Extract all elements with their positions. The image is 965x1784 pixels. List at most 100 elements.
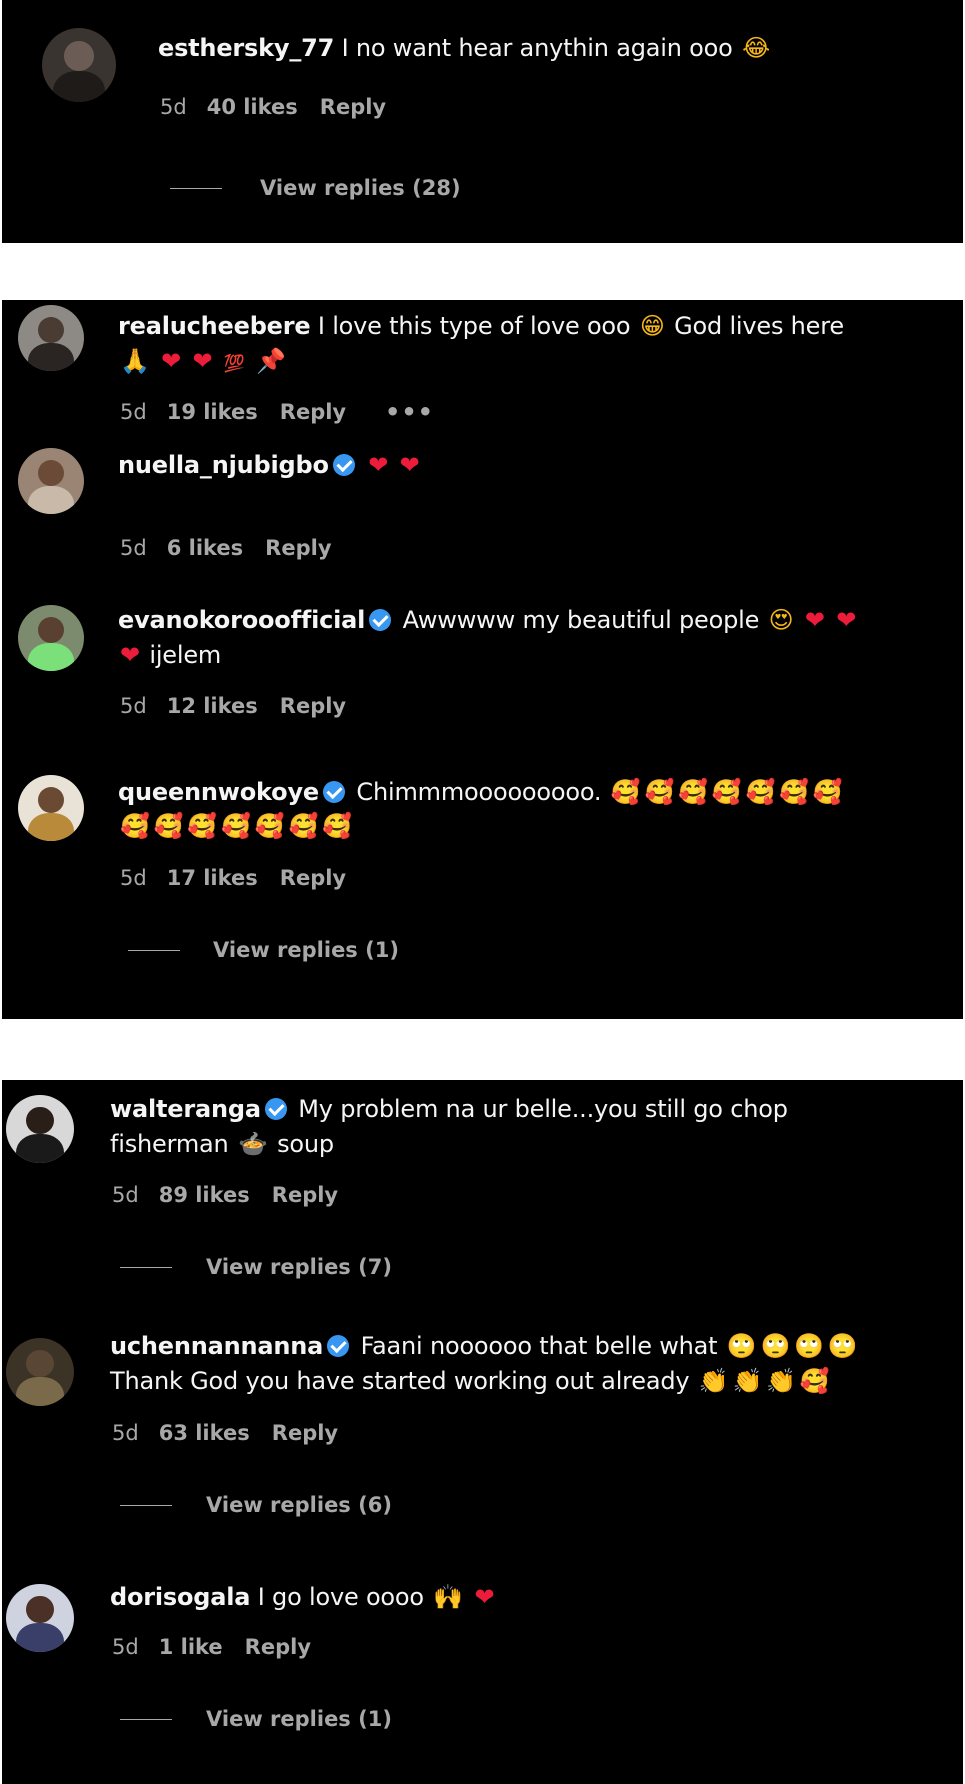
likes-count[interactable]: 1 like (159, 1635, 223, 1659)
avatar[interactable] (42, 28, 116, 102)
eye-roll-emoji-icon: 🙄 (827, 1332, 858, 1360)
likes-count[interactable]: 40 likes (207, 95, 298, 119)
likes-count[interactable]: 89 likes (159, 1183, 250, 1207)
view-replies-label[interactable]: View replies (1) (206, 1704, 392, 1734)
username[interactable]: queennwokoye (118, 778, 319, 806)
reply-button[interactable]: Reply (280, 400, 346, 424)
username[interactable]: evanokorooofficial (118, 606, 365, 634)
comment-text-continued: fisherman (110, 1130, 229, 1158)
view-replies-label[interactable]: View replies (6) (206, 1490, 392, 1520)
smiling-hearts-emoji-icon: 🥰 (711, 778, 742, 806)
comment-evanokorooofficial: evanokorooofficial Awwwww my beautiful p… (2, 600, 963, 765)
heart-emoji-icon: ❤ (474, 1583, 495, 1611)
heart-emoji-icon: ❤ (192, 347, 213, 375)
eye-roll-emoji-icon: 🙄 (726, 1332, 757, 1360)
timestamp: 5d (160, 95, 187, 119)
username[interactable]: esthersky_77 (158, 34, 334, 62)
view-replies-button[interactable]: View replies (6) (120, 1490, 420, 1520)
raised-hands-emoji-icon: 🙌 (433, 1583, 464, 1611)
reply-button[interactable]: Reply (272, 1183, 338, 1207)
reply-button[interactable]: Reply (280, 866, 346, 890)
timestamp: 5d (120, 866, 147, 890)
view-replies-button[interactable]: View replies (28) (170, 173, 490, 203)
username[interactable]: nuella_njubigbo (118, 451, 329, 479)
smiling-hearts-emoji-icon: 🥰 (678, 778, 708, 806)
soup-bowl-emoji-icon: 🍲 (237, 1130, 268, 1158)
likes-count[interactable]: 63 likes (159, 1421, 250, 1445)
comment-dorisogala: dorisogala I go love oooo 🙌 ❤ 5d 1 like Re… (2, 1580, 963, 1784)
comment-panel-1: esthersky_77 I no want hear anythin agai… (2, 0, 963, 243)
smiling-hearts-emoji-icon: 🥰 (322, 812, 352, 840)
comment-text: I love this type of love ooo (317, 312, 631, 340)
clapping-hands-emoji-icon: 👏 (766, 1367, 796, 1395)
heart-emoji-icon: ❤ (804, 606, 825, 634)
praying-hands-emoji-icon: 🙏 (120, 347, 150, 375)
timestamp: 5d (112, 1421, 139, 1445)
comment-meta: 5d 17 likes Reply (120, 863, 368, 893)
avatar[interactable] (18, 448, 84, 514)
comment-meta: 5d 12 likes Reply (120, 691, 368, 721)
view-replies-button[interactable]: View replies (1) (128, 935, 428, 965)
heart-emoji-icon: ❤ (120, 641, 140, 669)
replies-divider (120, 1505, 172, 1506)
avatar[interactable] (18, 305, 84, 371)
verified-badge-icon (322, 781, 345, 803)
username[interactable]: realucheebere (118, 312, 311, 340)
comment-text-continued: God lives here (674, 312, 844, 340)
smiling-hearts-emoji-icon: 🥰 (644, 778, 675, 806)
comment-text: I go love oooo (257, 1583, 424, 1611)
view-replies-label[interactable]: View replies (1) (213, 935, 399, 965)
avatar[interactable] (18, 775, 84, 841)
view-replies-label[interactable]: View replies (28) (260, 173, 461, 203)
clapping-hands-emoji-icon: 👏 (698, 1367, 729, 1395)
heart-emoji-icon: ❤ (161, 347, 182, 375)
grinning-emoji-icon: 😁 (639, 312, 665, 340)
heart-eyes-emoji-icon: 😍 (768, 606, 794, 634)
smiling-hearts-emoji-icon: 🥰 (610, 778, 641, 806)
likes-count[interactable]: 17 likes (167, 866, 258, 890)
view-replies-button[interactable]: View replies (7) (120, 1252, 420, 1282)
comment-queennwokoye: queennwokoye Chimmmooooooooo. 🥰 🥰 🥰 🥰 🥰 🥰 🥰 🥰 🥰… (2, 775, 963, 1015)
likes-count[interactable]: 12 likes (167, 694, 258, 718)
verified-badge-icon (264, 1098, 287, 1120)
smiling-hearts-emoji-icon: 🥰 (120, 812, 150, 840)
timestamp: 5d (120, 536, 147, 560)
verified-badge-icon (332, 454, 355, 476)
avatar[interactable] (6, 1584, 74, 1652)
reply-button[interactable]: Reply (280, 694, 346, 718)
timestamp: 5d (112, 1635, 139, 1659)
comment-text: Faani noooooo that belle what (360, 1332, 718, 1360)
heart-emoji-icon: ❤ (368, 451, 389, 479)
smiling-hearts-emoji-icon: 🥰 (288, 812, 319, 840)
replies-divider (128, 950, 180, 951)
avatar[interactable] (6, 1338, 74, 1406)
view-replies-button[interactable]: View replies (1) (120, 1704, 420, 1734)
view-replies-label[interactable]: View replies (7) (206, 1252, 392, 1282)
avatar[interactable] (18, 605, 84, 671)
more-options-icon[interactable]: ••• (385, 398, 434, 426)
hundred-emoji-icon: 💯 (223, 354, 245, 374)
reply-button[interactable]: Reply (245, 1635, 311, 1659)
replies-divider (170, 188, 222, 189)
likes-count[interactable]: 6 likes (167, 536, 243, 560)
comment-panel-3: walteranga My problem na ur belle...you … (2, 1080, 963, 1784)
eye-roll-emoji-icon: 🙄 (794, 1332, 824, 1360)
reply-button[interactable]: Reply (320, 95, 386, 119)
timestamp: 5d (120, 400, 147, 424)
comment-meta: 5d 63 likes Reply (112, 1418, 360, 1448)
username[interactable]: dorisogala (110, 1583, 251, 1611)
avatar[interactable] (6, 1095, 74, 1163)
laughing-emoji-icon: 😂 (742, 34, 770, 62)
username[interactable]: uchennannanna (110, 1332, 323, 1360)
comment-text: Awwwww my beautiful people (402, 606, 760, 634)
reply-button[interactable]: Reply (265, 536, 331, 560)
comment-uchennannanna: uchennannanna Faani noooooo that belle w… (2, 1325, 963, 1545)
comment-meta: 5d 6 likes Reply (120, 533, 354, 563)
replies-divider (120, 1719, 172, 1720)
comment-meta: 5d 19 likes Reply (120, 397, 368, 427)
likes-count[interactable]: 19 likes (167, 400, 258, 424)
username[interactable]: walteranga (110, 1095, 261, 1123)
reply-button[interactable]: Reply (272, 1421, 338, 1445)
pin-emoji-icon: 📌 (256, 347, 286, 375)
timestamp: 5d (120, 694, 147, 718)
